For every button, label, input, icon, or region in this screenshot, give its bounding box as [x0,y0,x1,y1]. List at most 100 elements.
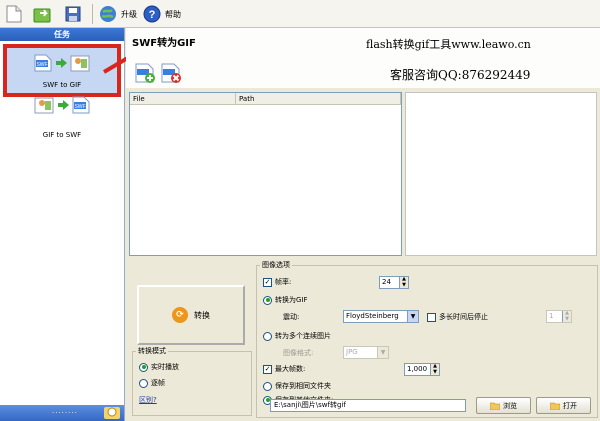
realtime-label: 实时播放 [151,363,179,371]
swf-file-icon: SWF [34,54,52,72]
frame-by-frame-label: 逐帧 [151,379,165,387]
same-folder-label: 保存到相同文件夹 [275,382,331,390]
add-file-button[interactable] [134,62,156,84]
fps-checkbox[interactable]: ✓ [263,277,272,287]
toolbar-separator [92,4,93,24]
svg-text:?: ? [149,9,156,21]
to-images-radio[interactable] [263,331,272,341]
folder-icon [490,402,500,410]
image-options-group: 图像选项 ✓ 帧率: 24 ▲ ▼ 转换为GIF 震动: FloydSteinbe… [256,260,598,418]
remove-swf-icon [161,63,181,83]
conversion-mode-group: 转换模式 实时播放 逐帧 区别? [132,346,252,416]
stop-after-arrows[interactable]: ▲ ▼ [562,310,571,322]
image-file-icon [34,97,54,113]
chevron-down-icon: ▼ [377,347,388,358]
arrow-right-icon [58,100,69,110]
sidebar-footer: ........ [0,405,124,421]
upgrade-icon [98,4,118,24]
fps-stepper-arrows[interactable]: ▲ ▼ [399,276,408,288]
image-file-icon [70,55,90,71]
max-frames-stepper[interactable]: 1,000 ▲ ▼ [404,363,440,376]
output-path-input[interactable]: E:\sanji\图片\swf转gif [270,399,466,412]
column-file[interactable]: File [130,93,236,104]
save-icon [63,4,83,24]
browse-button[interactable]: 浏览 [476,397,531,414]
image-format-value: JPG [346,348,358,356]
same-folder-radio[interactable] [263,381,272,391]
open-icon [33,4,53,24]
conversion-mode-legend: 转换模式 [138,347,166,355]
frame-by-frame-option[interactable]: 逐帧 [139,378,165,388]
preview-pane [405,92,597,256]
max-frames-label: 最大帧数: [275,365,306,373]
open-folder-icon [550,402,560,410]
image-format-label: 图像格式: [283,349,314,357]
fps-label: 帧率: [275,278,292,286]
max-frames-arrows[interactable]: ▲ ▼ [430,363,439,375]
image-format-select[interactable]: JPG ▼ [343,346,389,359]
help-button[interactable]: ? 帮助 [142,3,181,25]
svg-text:SWF: SWF [74,104,85,110]
to-images-option[interactable]: 转为多个连续图片 [263,331,331,341]
convert-button[interactable]: ⟳ 转换 [137,285,245,345]
realtime-radio[interactable] [139,362,148,372]
sidebar-item-label: GIF to SWF [42,131,82,139]
site-text: flash转换gif工具www.leawo.cn [366,38,531,51]
upgrade-label: 升级 [121,9,137,19]
same-folder-option[interactable]: 保存到相同文件夹 [263,381,331,391]
help-label: 帮助 [165,9,181,19]
open-folder-button[interactable]: 打开 [536,397,591,414]
dither-select[interactable]: FloydSteinberg ▼ [343,310,419,323]
open-button[interactable] [33,3,53,25]
stop-after-checkbox[interactable] [427,312,436,322]
file-list[interactable]: File Path [129,92,402,256]
to-gif-option[interactable]: 转换为GIF [263,295,308,305]
max-frames-value: 1,000 [407,365,428,373]
chevron-down-icon: ▼ [407,311,418,322]
main-toolbar: 升级 ? 帮助 [0,0,600,28]
page-title: SWF转为GIF [132,38,196,49]
to-images-label: 转为多个连续图片 [275,332,331,340]
convert-icon: ⟳ [172,307,188,323]
help-icon: ? [142,4,162,24]
new-file-button[interactable] [4,3,24,25]
to-gif-radio[interactable] [263,295,272,305]
stop-after-stepper[interactable]: 1 ▲ ▼ [546,310,572,323]
stop-after-value: 1 [549,312,554,320]
upgrade-button[interactable]: 升级 [98,3,137,25]
browse-label: 浏览 [503,401,517,410]
arrow-right-icon [56,58,67,68]
column-path[interactable]: Path [236,93,401,104]
stop-after-label: 多长时间后停止 [439,313,488,321]
add-swf-icon [135,63,155,83]
fps-option[interactable]: ✓ 帧率: [263,277,291,287]
realtime-option[interactable]: 实时播放 [139,362,179,372]
difference-link[interactable]: 区别? [139,395,157,405]
qq-contact-text: 客服咨询QQ:876292449 [390,68,531,82]
file-list-header: File Path [130,93,401,105]
max-frames-checkbox[interactable]: ✓ [263,364,272,374]
dither-label: 震动: [283,313,300,321]
header-panel: SWF转为GIF flash转换gif工具www.leawo.cn 客服咨询QQ… [126,28,600,88]
open-folder-label: 打开 [563,401,577,410]
fps-stepper[interactable]: 24 ▲ ▼ [379,276,409,289]
max-frames-option[interactable]: ✓ 最大帧数: [263,364,305,374]
fps-value: 24 [382,278,391,286]
remove-file-button[interactable] [160,62,182,84]
save-button[interactable] [63,3,83,25]
settings-icon [107,407,117,417]
settings-area: ⟳ 转换 转换模式 实时播放 逐帧 区别? 图像选项 ✓ 帧率: 24 ▲ ▼ 转… [126,258,600,421]
image-options-legend: 图像选项 [262,261,290,269]
sidebar-grip[interactable]: ........ [52,407,78,415]
sidebar-item-gif-to-swf[interactable]: SWF GIF to SWF [3,90,121,143]
sidebar-item-label: SWF to GIF [42,81,82,89]
swf-file-icon: SWF [72,96,90,114]
sidebar-footer-button[interactable] [104,407,120,419]
to-gif-label: 转换为GIF [275,296,308,304]
gif-to-swf-icons: SWF [3,96,121,114]
convert-label: 转换 [194,310,210,320]
stop-after-option[interactable]: 多长时间后停止 [427,312,488,322]
svg-text:SWF: SWF [36,62,47,68]
task-sidebar: 任务 SWF SWF to GIF SWF GIF to SWF .......… [0,28,125,421]
frame-by-frame-radio[interactable] [139,378,148,388]
